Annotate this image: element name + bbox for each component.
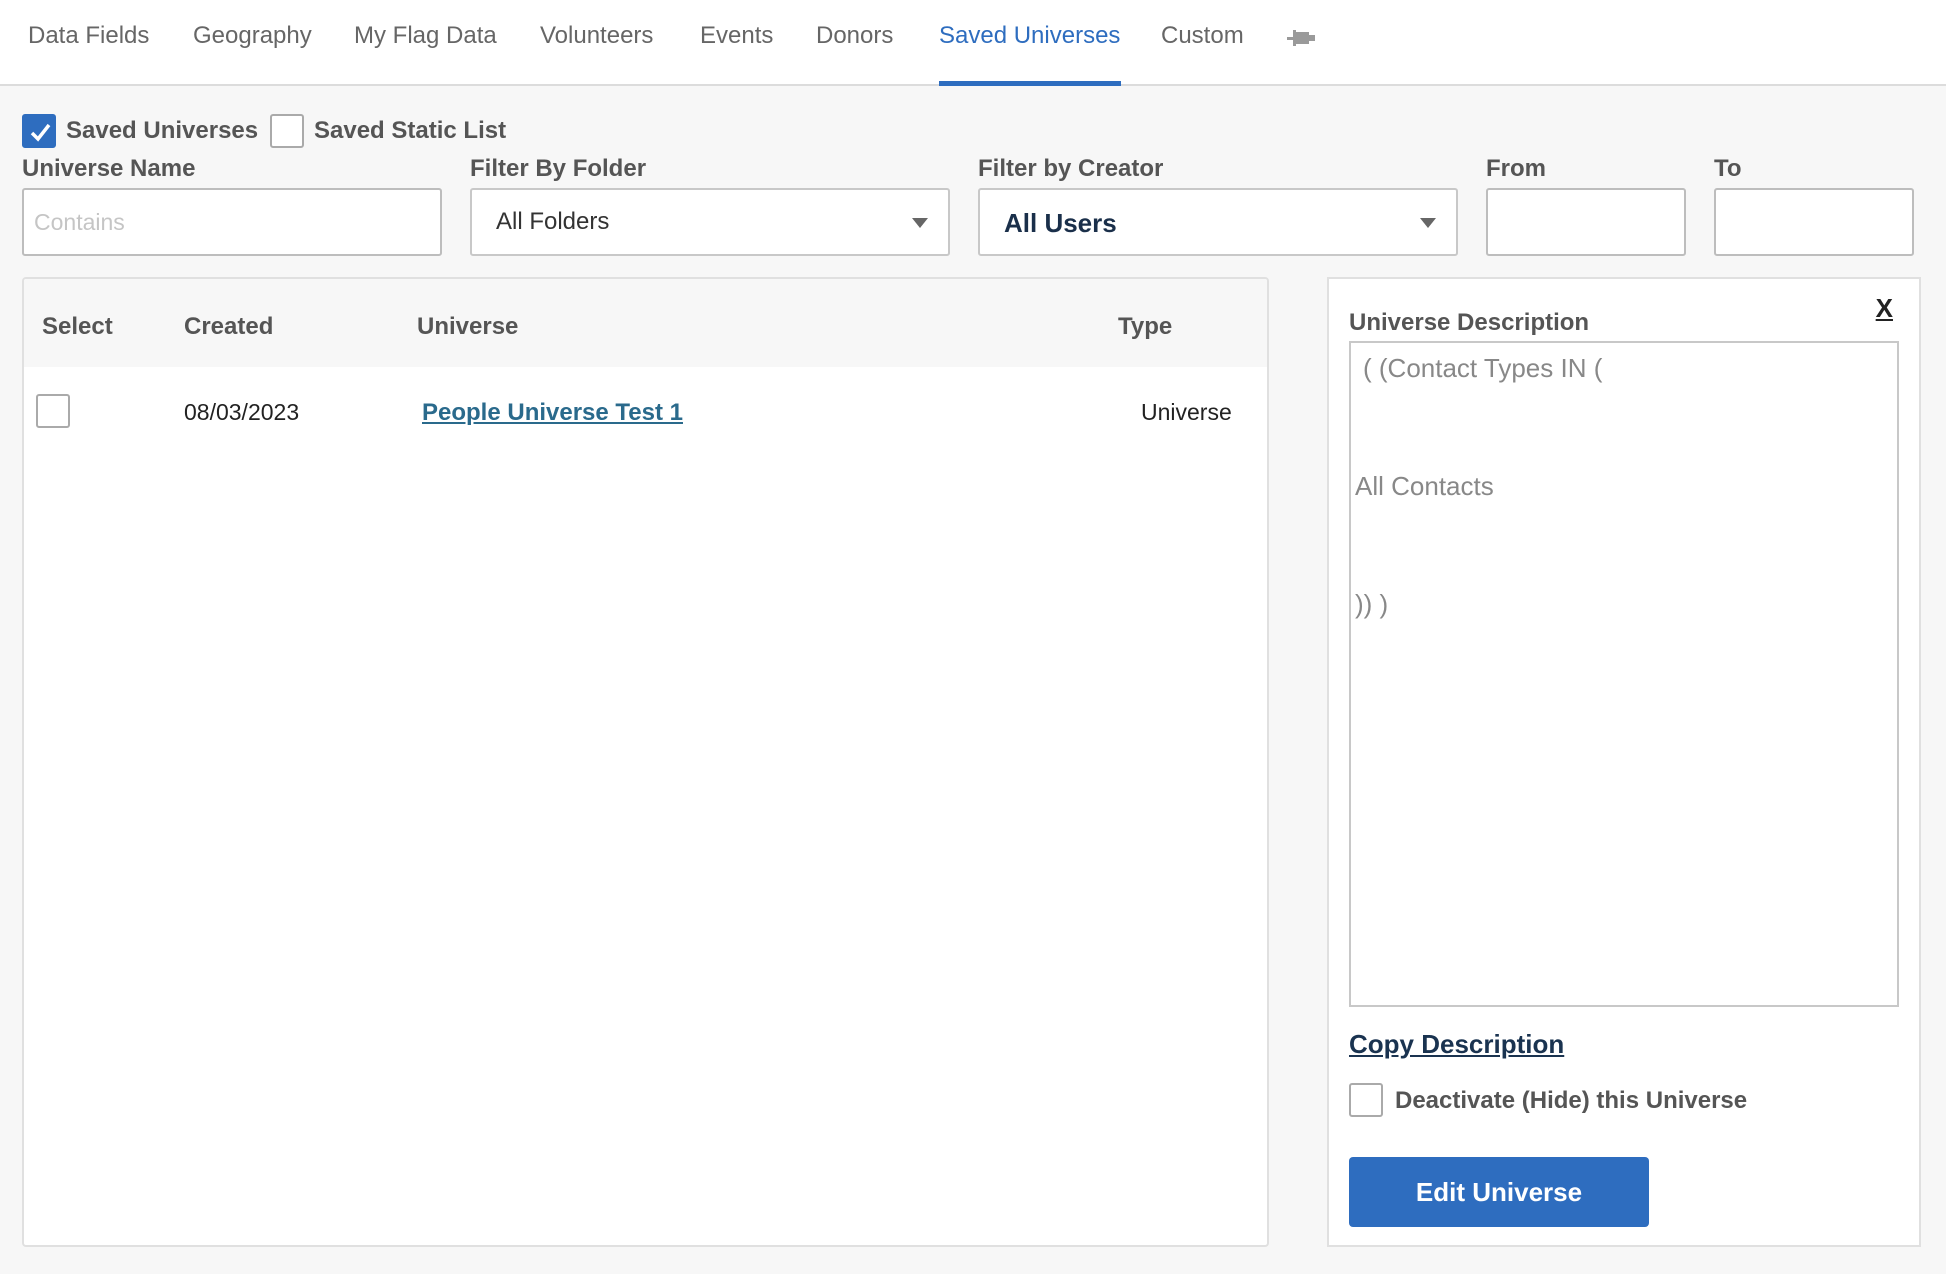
row-select-checkbox[interactable] bbox=[36, 394, 70, 428]
saved-static-list-checkbox[interactable] bbox=[270, 114, 304, 148]
tab-events[interactable]: Events bbox=[700, 18, 773, 86]
creator-select[interactable]: All Users bbox=[978, 188, 1458, 256]
from-label: From bbox=[1486, 155, 1546, 182]
chevron-down-icon bbox=[912, 218, 928, 228]
filter-folder-label: Filter By Folder bbox=[470, 155, 647, 182]
tab-data-fields[interactable]: Data Fields bbox=[28, 18, 149, 86]
pin-icon[interactable] bbox=[1287, 28, 1317, 55]
edit-universe-button[interactable]: Edit Universe bbox=[1349, 1157, 1649, 1227]
description-title: Universe Description bbox=[1349, 309, 1590, 336]
deactivate-label: Deactivate (Hide) this Universe bbox=[1395, 1087, 1748, 1114]
to-label: To bbox=[1714, 155, 1742, 182]
saved-universes-label: Saved Universes bbox=[66, 117, 259, 144]
header-type[interactable]: Type bbox=[1118, 313, 1172, 341]
saved-universes-checkbox[interactable] bbox=[22, 114, 56, 148]
tab-saved-universes[interactable]: Saved Universes bbox=[939, 18, 1121, 86]
header-select: Select bbox=[42, 313, 113, 340]
top-tab-bar: Data Fields Geography My Flag Data Volun… bbox=[0, 0, 1946, 86]
filter-creator-label: Filter by Creator bbox=[978, 155, 1164, 182]
table-row: 08/03/2023 People Universe Test 1 Univer… bbox=[24, 367, 1267, 447]
description-line: All Contacts bbox=[1355, 471, 1494, 501]
from-date-input[interactable] bbox=[1486, 188, 1686, 256]
tab-my-flag-data[interactable]: My Flag Data bbox=[354, 18, 497, 86]
folder-select[interactable]: All Folders bbox=[470, 188, 950, 256]
to-date-input[interactable] bbox=[1714, 188, 1914, 256]
tab-donors[interactable]: Donors bbox=[816, 18, 893, 86]
universe-description-panel: X Universe Description ( (Contact Types … bbox=[1327, 277, 1921, 1247]
folder-select-value: All Folders bbox=[496, 208, 610, 235]
header-created[interactable]: Created bbox=[184, 313, 273, 341]
universe-table: Select Created Universe Type 08/03/2023 … bbox=[22, 277, 1269, 1247]
creator-select-value: All Users bbox=[1004, 208, 1117, 238]
tab-geography[interactable]: Geography bbox=[193, 18, 312, 86]
saved-static-list-label: Saved Static List bbox=[314, 117, 507, 144]
description-line: )) ) bbox=[1355, 589, 1389, 619]
check-icon bbox=[30, 123, 51, 142]
row-type: Universe bbox=[1141, 399, 1232, 425]
tab-volunteers[interactable]: Volunteers bbox=[540, 18, 653, 86]
copy-description-link[interactable]: Copy Description bbox=[1349, 1029, 1564, 1060]
table-header: Select Created Universe Type bbox=[24, 279, 1267, 367]
deactivate-checkbox[interactable] bbox=[1349, 1083, 1383, 1117]
universe-name-label: Universe Name bbox=[22, 155, 196, 182]
description-textarea[interactable]: ( (Contact Types IN ( All Contacts )) ) bbox=[1349, 341, 1899, 1007]
close-button[interactable]: X bbox=[1876, 293, 1893, 324]
description-line: ( (Contact Types IN ( bbox=[1363, 353, 1603, 383]
row-created: 08/03/2023 bbox=[184, 399, 300, 425]
chevron-down-icon bbox=[1420, 218, 1436, 228]
row-universe-link[interactable]: People Universe Test 1 bbox=[422, 399, 683, 427]
tab-custom[interactable]: Custom bbox=[1161, 18, 1244, 86]
universe-name-input[interactable] bbox=[22, 188, 442, 256]
header-universe[interactable]: Universe bbox=[417, 313, 518, 341]
